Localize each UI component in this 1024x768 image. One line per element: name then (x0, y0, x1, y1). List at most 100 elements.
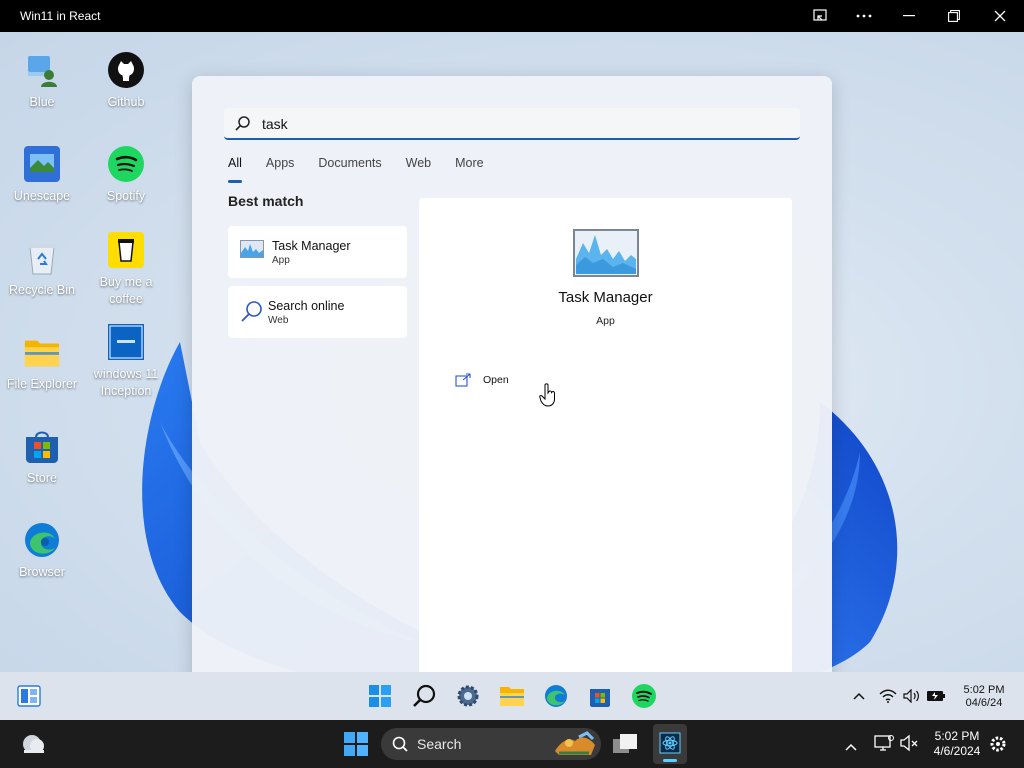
blue-user-icon (24, 52, 60, 88)
host-taskbar: Search 5:02 PM 4/6/2024 (0, 720, 1024, 768)
search-highlight-image-icon (555, 731, 595, 755)
open-external-icon (455, 373, 471, 387)
result-task-manager[interactable]: Task Manager App (228, 226, 407, 278)
host-window-title: Win11 in React (20, 9, 101, 23)
chevron-up-icon (853, 692, 865, 700)
chevron-up-icon (845, 743, 857, 751)
desktop-icon-unescape[interactable]: Unescape (0, 146, 85, 205)
desktop-icon-browser[interactable]: Browser (0, 522, 85, 581)
task-view-icon (613, 734, 637, 753)
host-start-button[interactable] (343, 731, 369, 762)
taskbar-time: 5:02 PM (963, 684, 1005, 696)
tab-all[interactable]: All (228, 156, 242, 183)
network-icon (874, 735, 894, 751)
desktop-icon-blue[interactable]: Blue (0, 52, 85, 111)
cast-icon[interactable] (798, 0, 842, 32)
desktop[interactable]: Blue Github Unescape Spotify Recycle Bin… (0, 32, 1024, 672)
preview-subtitle: App (596, 315, 615, 327)
task-view-button[interactable] (612, 733, 638, 760)
result-search-online[interactable]: Search online Web (228, 286, 407, 338)
edge-icon (24, 522, 60, 558)
host-time: 5:02 PM (934, 729, 980, 743)
desktop-icon-file-explorer[interactable]: File Explorer (0, 334, 85, 393)
search-tabs: All Apps Documents Web More (228, 156, 508, 183)
desktop-icon-buy-me-a-coffee[interactable]: Buy me a coffee (83, 232, 169, 308)
react-app-icon (659, 732, 681, 754)
host-active-app-button[interactable] (653, 724, 687, 764)
tab-documents[interactable]: Documents (318, 156, 381, 180)
preview-title: Task Manager (558, 289, 653, 306)
host-clock[interactable]: 5:02 PM 4/6/2024 (926, 729, 988, 759)
tab-more[interactable]: More (455, 156, 483, 180)
file-explorer-icon (500, 687, 524, 706)
host-show-hidden-icons-button[interactable] (845, 738, 857, 756)
taskbar-date: 04/6/24 (965, 697, 1003, 709)
edge-icon (545, 685, 567, 707)
weather-widget[interactable] (20, 732, 46, 759)
settings-icon (457, 685, 479, 707)
folder-icon (24, 334, 60, 370)
search-icon (240, 300, 264, 324)
open-action[interactable]: Open (455, 370, 509, 390)
widgets-button[interactable] (15, 682, 43, 710)
desktop-icon-github[interactable]: Github (83, 52, 169, 111)
notification-button[interactable] (988, 734, 1008, 759)
result-subtitle: App (272, 255, 290, 266)
taskbar-settings-button[interactable] (454, 682, 482, 710)
desktop-icon-store[interactable]: Store (0, 428, 85, 487)
open-label: Open (483, 374, 509, 386)
windows-inception-icon (108, 324, 144, 360)
tab-web[interactable]: Web (406, 156, 431, 180)
taskbar-store-button[interactable] (586, 682, 614, 710)
search-icon (413, 684, 436, 707)
spotify-icon (632, 684, 656, 708)
github-icon (108, 52, 144, 88)
desktop-icon-windows-11-inception[interactable]: windows 11 Inception (83, 324, 169, 400)
more-options-icon[interactable] (842, 0, 886, 32)
host-network-button[interactable] (874, 734, 894, 757)
search-box[interactable] (224, 108, 800, 140)
recycle-bin-icon (24, 240, 60, 276)
host-volume-button[interactable] (900, 734, 920, 757)
result-preview: Task Manager App Open (419, 198, 792, 672)
windows-logo-icon (344, 732, 368, 756)
result-title: Search online (268, 299, 345, 313)
host-search-box[interactable]: Search (381, 728, 601, 760)
volume-muted-icon (900, 734, 918, 752)
coffee-icon (108, 232, 144, 268)
wifi-icon (879, 689, 897, 703)
widgets-icon (17, 685, 41, 707)
show-hidden-icons-button[interactable] (845, 682, 873, 710)
start-button[interactable] (366, 682, 394, 710)
desktop-icon-spotify[interactable]: Spotify (83, 146, 169, 205)
task-manager-icon (240, 240, 264, 264)
search-icon (234, 115, 252, 138)
start-icon (369, 685, 391, 707)
search-icon (392, 736, 408, 752)
taskbar-search-button[interactable] (410, 682, 438, 710)
taskbar-edge-button[interactable] (542, 682, 570, 710)
spotify-icon (108, 146, 144, 182)
taskbar-clock[interactable]: 5:02 PM 04/6/24 (955, 684, 1013, 710)
close-button[interactable] (978, 0, 1022, 32)
taskbar-spotify-button[interactable] (630, 682, 658, 710)
hand-cursor-icon (539, 383, 555, 407)
settings-notification-icon (990, 736, 1006, 752)
battery-button[interactable] (922, 682, 950, 710)
desktop-icon-recycle-bin[interactable]: Recycle Bin (0, 240, 85, 299)
result-subtitle: Web (268, 315, 289, 326)
tab-apps[interactable]: Apps (266, 156, 295, 180)
minimize-button[interactable] (887, 0, 931, 32)
restore-button[interactable] (932, 0, 976, 32)
task-manager-icon (573, 229, 639, 279)
taskbar-file-explorer-button[interactable] (498, 682, 526, 710)
weather-cloud-icon (23, 735, 44, 753)
best-match-heading: Best match (228, 193, 304, 209)
host-title-bar: Win11 in React (0, 0, 1024, 32)
volume-icon (903, 689, 919, 703)
taskbar: 5:02 PM 04/6/24 (0, 672, 1024, 720)
store-icon (24, 428, 60, 464)
search-input[interactable] (262, 113, 782, 135)
battery-charging-icon (927, 691, 945, 701)
store-icon (590, 689, 610, 707)
